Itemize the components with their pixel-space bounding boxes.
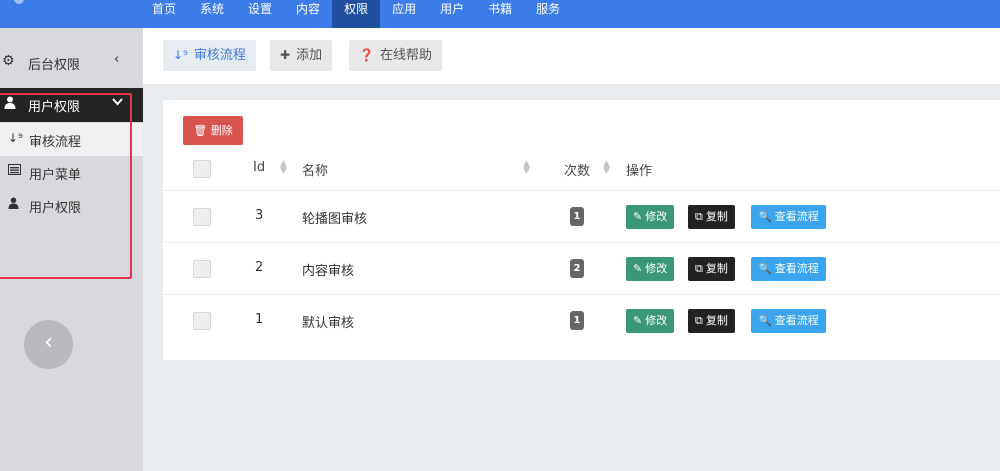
logo — [14, 0, 24, 4]
edit-label: 修改 — [645, 262, 668, 275]
table-row: 3 轮播图审核 1 ✎ 修改 ⧉ 复制 🔍 查看流程 — [163, 191, 1000, 243]
top-nav-item-books[interactable]: 书籍 — [476, 0, 524, 28]
cell-name: 内容审核 — [302, 264, 355, 279]
copy-label: 复制 — [705, 210, 728, 223]
sidebar-item-label: 用户菜单 — [29, 168, 82, 183]
top-nav-item-permissions[interactable]: 权限 — [332, 0, 381, 28]
table-row: 1 默认审核 1 ✎ 修改 ⧉ 复制 🔍 查看流程 — [163, 295, 1000, 347]
view-flow-button[interactable]: 🔍 查看流程 — [751, 309, 826, 333]
copy-icon: ⧉ — [695, 262, 703, 275]
sidebar-group-label: 用户权限 — [28, 100, 81, 115]
copy-button[interactable]: ⧉ 复制 — [688, 257, 735, 281]
edit-button[interactable]: ✎ 修改 — [626, 309, 675, 333]
search-icon: 🔍 — [758, 210, 772, 223]
top-nav-item-content[interactable]: 内容 — [284, 0, 332, 28]
list-card-icon — [8, 164, 21, 178]
trash-icon: 🗑 — [193, 124, 208, 137]
sidebar-collapse-button[interactable]: ‹ — [24, 320, 73, 369]
sidebar-header[interactable]: ⚙ 后台权限 ‹ — [0, 48, 143, 76]
tab-review-flow-label: 审核流程 — [193, 48, 246, 63]
plus-icon: ✚ — [280, 48, 291, 62]
top-nav-menu: 首页 系统 设置 内容 权限 应用 用户 书籍 服务 — [140, 0, 572, 28]
copy-icon: ⧉ — [695, 314, 703, 327]
sidebar-group-user-permissions[interactable]: 用户权限 — [0, 88, 143, 122]
table-row: 2 内容审核 2 ✎ 修改 ⧉ 复制 🔍 查看流程 — [163, 243, 1000, 295]
add-button[interactable]: ✚ 添加 — [270, 40, 333, 71]
top-navbar: 首页 系统 设置 内容 权限 应用 用户 书籍 服务 — [0, 0, 1000, 28]
sidebar-item-label: 审核流程 — [29, 135, 82, 150]
count-badge: 1 — [570, 311, 584, 330]
edit-button[interactable]: ✎ 修改 — [626, 257, 675, 281]
view-flow-label: 查看流程 — [774, 314, 819, 327]
sort-icon[interactable]: ▲ ▼ — [523, 160, 530, 176]
sidebar: ⚙ 后台权限 ‹ 用户权限 ↓⁹ 审核流程 用户菜单 用户权限 ‹ — [0, 28, 143, 471]
edit-label: 修改 — [645, 210, 668, 223]
review-flow-card: 🗑 删除 Id ▲ ▼ 名称 ▲ ▼ 次数 ▲ ▼ 操作 3 轮播图审核 1 ✎ 修改 … — [163, 100, 1000, 360]
sort-numeric-icon: ↓⁹ — [8, 131, 23, 145]
gear-icon: ⚙ — [2, 53, 15, 69]
user-icon — [4, 96, 16, 112]
sort-numeric-icon: ↓⁹ — [173, 48, 188, 62]
sidebar-item-user-menu[interactable]: 用户菜单 — [0, 156, 143, 189]
count-badge: 2 — [570, 259, 584, 278]
select-all-checkbox[interactable] — [193, 160, 211, 178]
chevron-down-icon — [112, 95, 123, 109]
copy-icon: ⧉ — [695, 210, 703, 223]
search-icon: 🔍 — [758, 314, 772, 327]
online-help-label: 在线帮助 — [379, 48, 432, 63]
chevron-left-icon[interactable]: ‹ — [114, 52, 119, 67]
delete-button[interactable]: 🗑 删除 — [183, 116, 243, 145]
view-flow-label: 查看流程 — [774, 210, 819, 223]
top-nav-item-apps[interactable]: 应用 — [380, 0, 428, 28]
sidebar-item-label: 用户权限 — [29, 201, 82, 216]
copy-button[interactable]: ⧉ 复制 — [688, 205, 735, 229]
copy-button[interactable]: ⧉ 复制 — [688, 309, 735, 333]
copy-label: 复制 — [705, 314, 728, 327]
edit-label: 修改 — [645, 314, 668, 327]
row-checkbox[interactable] — [193, 208, 211, 226]
top-nav-item-settings[interactable]: 设置 — [236, 0, 284, 28]
copy-label: 复制 — [705, 262, 728, 275]
edit-icon: ✎ — [633, 210, 643, 223]
delete-button-label: 删除 — [210, 124, 233, 137]
cell-id: 1 — [255, 312, 264, 327]
online-help-button[interactable]: ❓ 在线帮助 — [349, 40, 442, 71]
cell-id: 3 — [255, 208, 264, 223]
top-nav-item-home[interactable]: 首页 — [140, 0, 188, 28]
row-checkbox[interactable] — [193, 260, 211, 278]
sidebar-header-label: 后台权限 — [28, 58, 81, 73]
sort-icon[interactable]: ▲ ▼ — [280, 160, 287, 176]
column-header-id[interactable]: Id — [253, 160, 265, 175]
top-nav-item-users[interactable]: 用户 — [428, 0, 476, 28]
view-flow-button[interactable]: 🔍 查看流程 — [751, 257, 826, 281]
user-icon — [8, 197, 19, 212]
question-circle-icon: ❓ — [359, 48, 374, 62]
cell-id: 2 — [255, 260, 264, 275]
cell-name: 轮播图审核 — [302, 212, 368, 227]
column-header-count[interactable]: 次数 — [564, 160, 590, 179]
top-nav-item-system[interactable]: 系统 — [188, 0, 236, 28]
cell-name: 默认审核 — [302, 316, 355, 331]
content-toolbar: ↓⁹ 审核流程 ✚ 添加 ❓ 在线帮助 — [143, 28, 1000, 84]
sidebar-item-review-flow[interactable]: ↓⁹ 审核流程 — [0, 123, 143, 156]
sort-icon[interactable]: ▲ ▼ — [603, 160, 610, 176]
row-checkbox[interactable] — [193, 312, 211, 330]
table-header-row: Id ▲ ▼ 名称 ▲ ▼ 次数 ▲ ▼ 操作 — [163, 148, 1000, 191]
top-nav-item-services[interactable]: 服务 — [524, 0, 572, 28]
view-flow-label: 查看流程 — [774, 262, 819, 275]
edit-icon: ✎ — [633, 262, 643, 275]
view-flow-button[interactable]: 🔍 查看流程 — [751, 205, 826, 229]
sidebar-item-user-permissions[interactable]: 用户权限 — [0, 189, 143, 222]
edit-icon: ✎ — [633, 314, 643, 327]
edit-button[interactable]: ✎ 修改 — [626, 205, 675, 229]
count-badge: 1 — [570, 207, 584, 226]
column-header-actions: 操作 — [626, 164, 653, 179]
add-button-label: 添加 — [296, 48, 323, 63]
column-header-name[interactable]: 名称 — [302, 160, 328, 179]
search-icon: 🔍 — [758, 262, 772, 275]
tab-review-flow[interactable]: ↓⁹ 审核流程 — [163, 40, 256, 71]
